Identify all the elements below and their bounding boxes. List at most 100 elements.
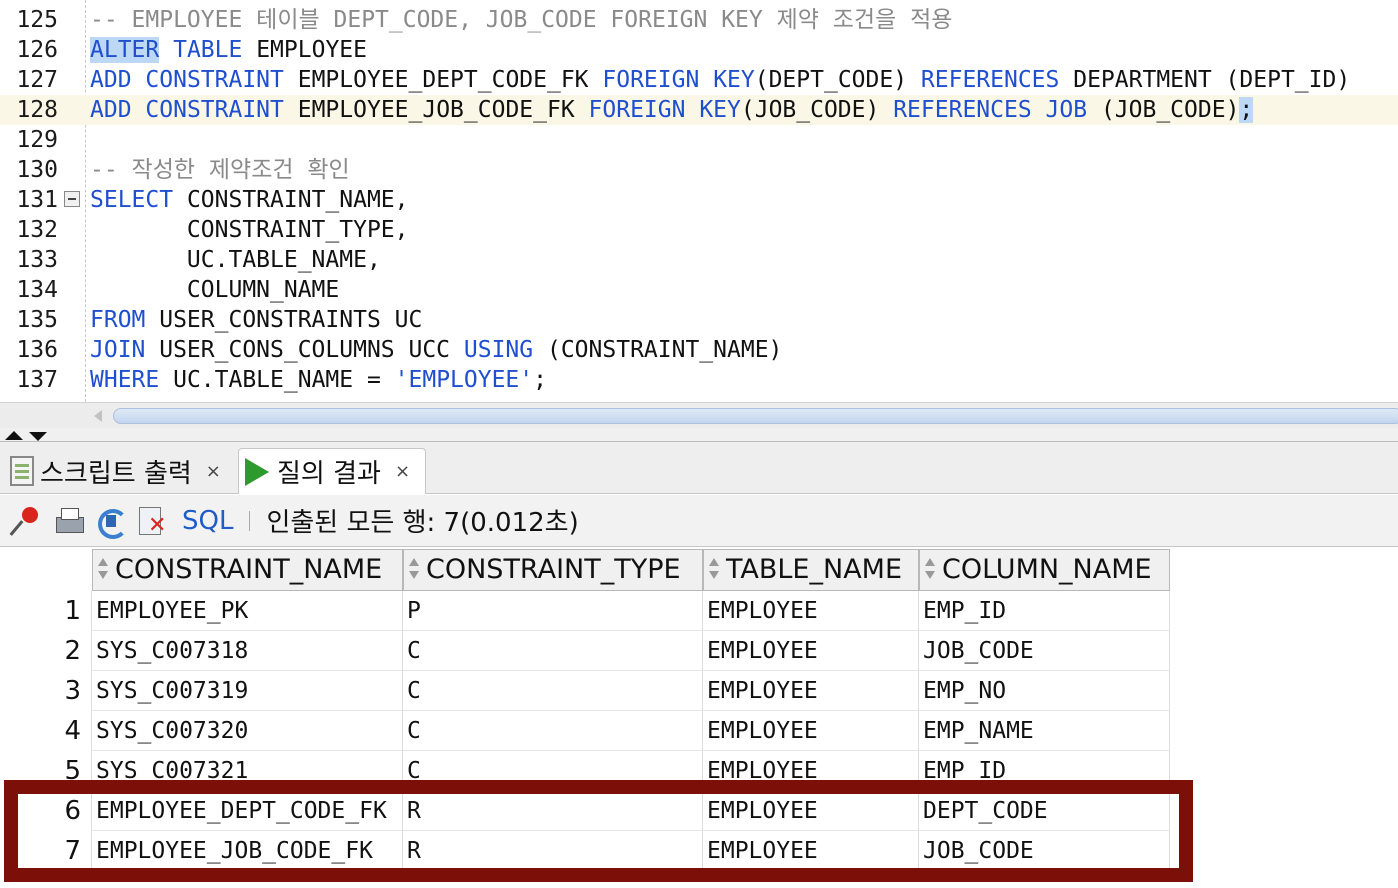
close-icon[interactable]: × xyxy=(206,461,221,482)
table-row[interactable]: 1 EMPLOYEE_PK P EMPLOYEE EMP_ID xyxy=(0,591,1170,631)
line-number: 131 xyxy=(16,187,58,213)
column-header-table-name[interactable]: TABLE_NAME xyxy=(703,549,919,591)
pin-icon[interactable] xyxy=(10,505,42,537)
code-line[interactable]: 129 xyxy=(0,125,1398,155)
table-cell[interactable]: EMPLOYEE xyxy=(703,671,919,711)
column-header-constraint-type[interactable]: CONSTRAINT_TYPE xyxy=(403,549,703,591)
table-cell[interactable]: SYS_C007319 xyxy=(92,671,403,711)
code-text: WHERE UC.TABLE_NAME = 'EMPLOYEE'; xyxy=(90,365,547,395)
table-row[interactable]: 2 SYS_C007318 C EMPLOYEE JOB_CODE xyxy=(0,631,1170,671)
sort-icon[interactable] xyxy=(408,558,420,580)
code-token: DEPARTMENT (DEPT_ID) xyxy=(1059,67,1351,93)
code-text: ADD CONSTRAINT EMPLOYEE_DEPT_CODE_FK FOR… xyxy=(90,65,1350,95)
split-down-icon[interactable] xyxy=(29,432,47,441)
code-line[interactable]: 125 -- EMPLOYEE 테이블 DEPT_CODE, JOB_CODE F… xyxy=(0,5,1398,35)
code-token: REFERENCES xyxy=(893,97,1032,123)
clear-results-icon[interactable] xyxy=(136,505,168,537)
code-token: EMPLOYEE_DEPT_CODE_FK xyxy=(283,67,603,93)
table-cell[interactable]: EMPLOYEE xyxy=(703,711,919,751)
code-line[interactable]: 131 SELECT CONSTRAINT_NAME, xyxy=(0,185,1398,215)
code-text: ALTER TABLE EMPLOYEE xyxy=(90,35,367,65)
table-cell[interactable]: EMP_NAME xyxy=(919,711,1170,751)
grid-header: CONSTRAINT_NAME CONSTRAINT_TYPE TABLE_NA… xyxy=(0,547,1170,591)
column-header-constraint-name[interactable]: CONSTRAINT_NAME xyxy=(92,549,403,591)
row-number: 5 xyxy=(0,751,92,791)
code-text: UC.TABLE_NAME, xyxy=(90,245,381,275)
table-cell[interactable]: SYS_C007321 xyxy=(92,751,403,791)
table-cell[interactable]: JOB_CODE xyxy=(919,631,1170,671)
table-cell[interactable]: SYS_C007318 xyxy=(92,631,403,671)
table-row[interactable]: 3 SYS_C007319 C EMPLOYEE EMP_NO xyxy=(0,671,1170,711)
code-token: REFERENCES xyxy=(920,67,1060,93)
code-text: -- EMPLOYEE 테이블 DEPT_CODE, JOB_CODE FORE… xyxy=(90,5,952,35)
table-row[interactable]: 5 SYS_C007321 C EMPLOYEE EMP_ID xyxy=(0,751,1170,791)
code-line[interactable]: 137 WHERE UC.TABLE_NAME = 'EMPLOYEE'; xyxy=(0,365,1398,395)
split-up-icon[interactable] xyxy=(5,431,23,440)
tab-script-output[interactable]: 스크립트 출력 × xyxy=(0,448,234,494)
table-row[interactable]: 7 EMPLOYEE_JOB_CODE_FK R EMPLOYEE JOB_CODE xyxy=(0,831,1170,871)
table-cell[interactable]: EMP_ID xyxy=(919,751,1170,791)
code-line[interactable]: 126 ALTER TABLE EMPLOYEE xyxy=(0,35,1398,65)
sql-button[interactable]: SQL xyxy=(182,506,233,536)
sort-icon[interactable] xyxy=(97,558,109,580)
table-cell[interactable]: EMPLOYEE xyxy=(703,751,919,791)
table-cell[interactable]: C xyxy=(403,631,703,671)
editor-horizontal-scrollbar[interactable] xyxy=(0,402,1398,428)
table-cell[interactable]: EMPLOYEE_DEPT_CODE_FK xyxy=(92,791,403,831)
close-icon[interactable]: × xyxy=(395,461,410,482)
table-cell[interactable]: SYS_C007320 xyxy=(92,711,403,751)
table-cell[interactable]: P xyxy=(403,591,703,631)
table-cell[interactable]: JOB_CODE xyxy=(919,831,1170,871)
code-token: CONSTRAINT xyxy=(145,97,284,123)
code-line[interactable]: 136 JOIN USER_CONS_COLUMNS UCC USING (CON… xyxy=(0,335,1398,365)
code-line[interactable]: 133 UC.TABLE_NAME, xyxy=(0,245,1398,275)
table-cell[interactable]: R xyxy=(403,831,703,871)
sort-icon[interactable] xyxy=(924,558,936,580)
code-token: CONSTRAINT xyxy=(145,67,284,93)
table-cell[interactable]: DEPT_CODE xyxy=(919,791,1170,831)
result-toolbar: SQL 인출된 모든 행: 7(0.012초) xyxy=(0,495,1398,547)
table-cell[interactable]: EMPLOYEE xyxy=(703,831,919,871)
code-token: USER_CONS_COLUMNS UCC xyxy=(145,337,464,363)
table-row[interactable]: 6 EMPLOYEE_DEPT_CODE_FK R EMPLOYEE DEPT_CODE xyxy=(0,791,1170,831)
table-row[interactable]: 4 SYS_C007320 C EMPLOYEE EMP_NAME xyxy=(0,711,1170,751)
table-cell[interactable]: EMPLOYEE xyxy=(703,791,919,831)
code-line[interactable]: 134 COLUMN_NAME xyxy=(0,275,1398,305)
panel-splitter[interactable] xyxy=(0,428,1398,442)
table-cell[interactable]: C xyxy=(403,671,703,711)
code-line[interactable]: 128 ADD CONSTRAINT EMPLOYEE_JOB_CODE_FK F… xyxy=(0,95,1398,125)
table-cell[interactable]: EMP_ID xyxy=(919,591,1170,631)
print-icon[interactable] xyxy=(52,505,84,537)
fetch-status: 인출된 모든 행: 7(0.012초) xyxy=(266,508,579,538)
table-cell[interactable]: EMPLOYEE xyxy=(703,591,919,631)
scroll-left-icon[interactable] xyxy=(94,410,102,422)
code-token: USING xyxy=(463,337,534,363)
column-header-label: CONSTRAINT_NAME xyxy=(115,554,383,585)
sort-icon[interactable] xyxy=(708,558,720,580)
result-grid[interactable]: CONSTRAINT_NAME CONSTRAINT_TYPE TABLE_NA… xyxy=(0,547,1398,888)
code-line[interactable]: 132 CONSTRAINT_TYPE, xyxy=(0,215,1398,245)
table-cell[interactable]: EMPLOYEE_JOB_CODE_FK xyxy=(92,831,403,871)
scrollbar-thumb[interactable] xyxy=(113,408,1398,424)
column-header-column-name[interactable]: COLUMN_NAME xyxy=(919,549,1170,591)
code-line[interactable]: 135 FROM USER_CONSTRAINTS UC xyxy=(0,305,1398,335)
table-cell[interactable]: C xyxy=(403,751,703,791)
code-token: ADD xyxy=(90,67,132,93)
code-token: JOB xyxy=(1045,97,1088,123)
table-cell[interactable]: EMP_NO xyxy=(919,671,1170,711)
code-token: EMPLOYEE_JOB_CODE_FK xyxy=(283,97,589,123)
line-number: 130 xyxy=(16,157,58,183)
table-cell[interactable]: R xyxy=(403,791,703,831)
sql-editor[interactable]: 125 -- EMPLOYEE 테이블 DEPT_CODE, JOB_CODE F… xyxy=(0,0,1398,402)
table-cell[interactable]: C xyxy=(403,711,703,751)
code-token: (DEPT_CODE) xyxy=(754,67,921,93)
refresh-icon[interactable] xyxy=(94,505,128,539)
table-cell[interactable]: EMPLOYEE xyxy=(703,631,919,671)
code-line[interactable]: 127 ADD CONSTRAINT EMPLOYEE_DEPT_CODE_FK … xyxy=(0,65,1398,95)
table-cell[interactable]: EMPLOYEE_PK xyxy=(92,591,403,631)
tab-query-result[interactable]: 질의 결과 × xyxy=(238,448,426,494)
code-line[interactable]: 130 -- 작성한 제약조건 확인 xyxy=(0,155,1398,185)
